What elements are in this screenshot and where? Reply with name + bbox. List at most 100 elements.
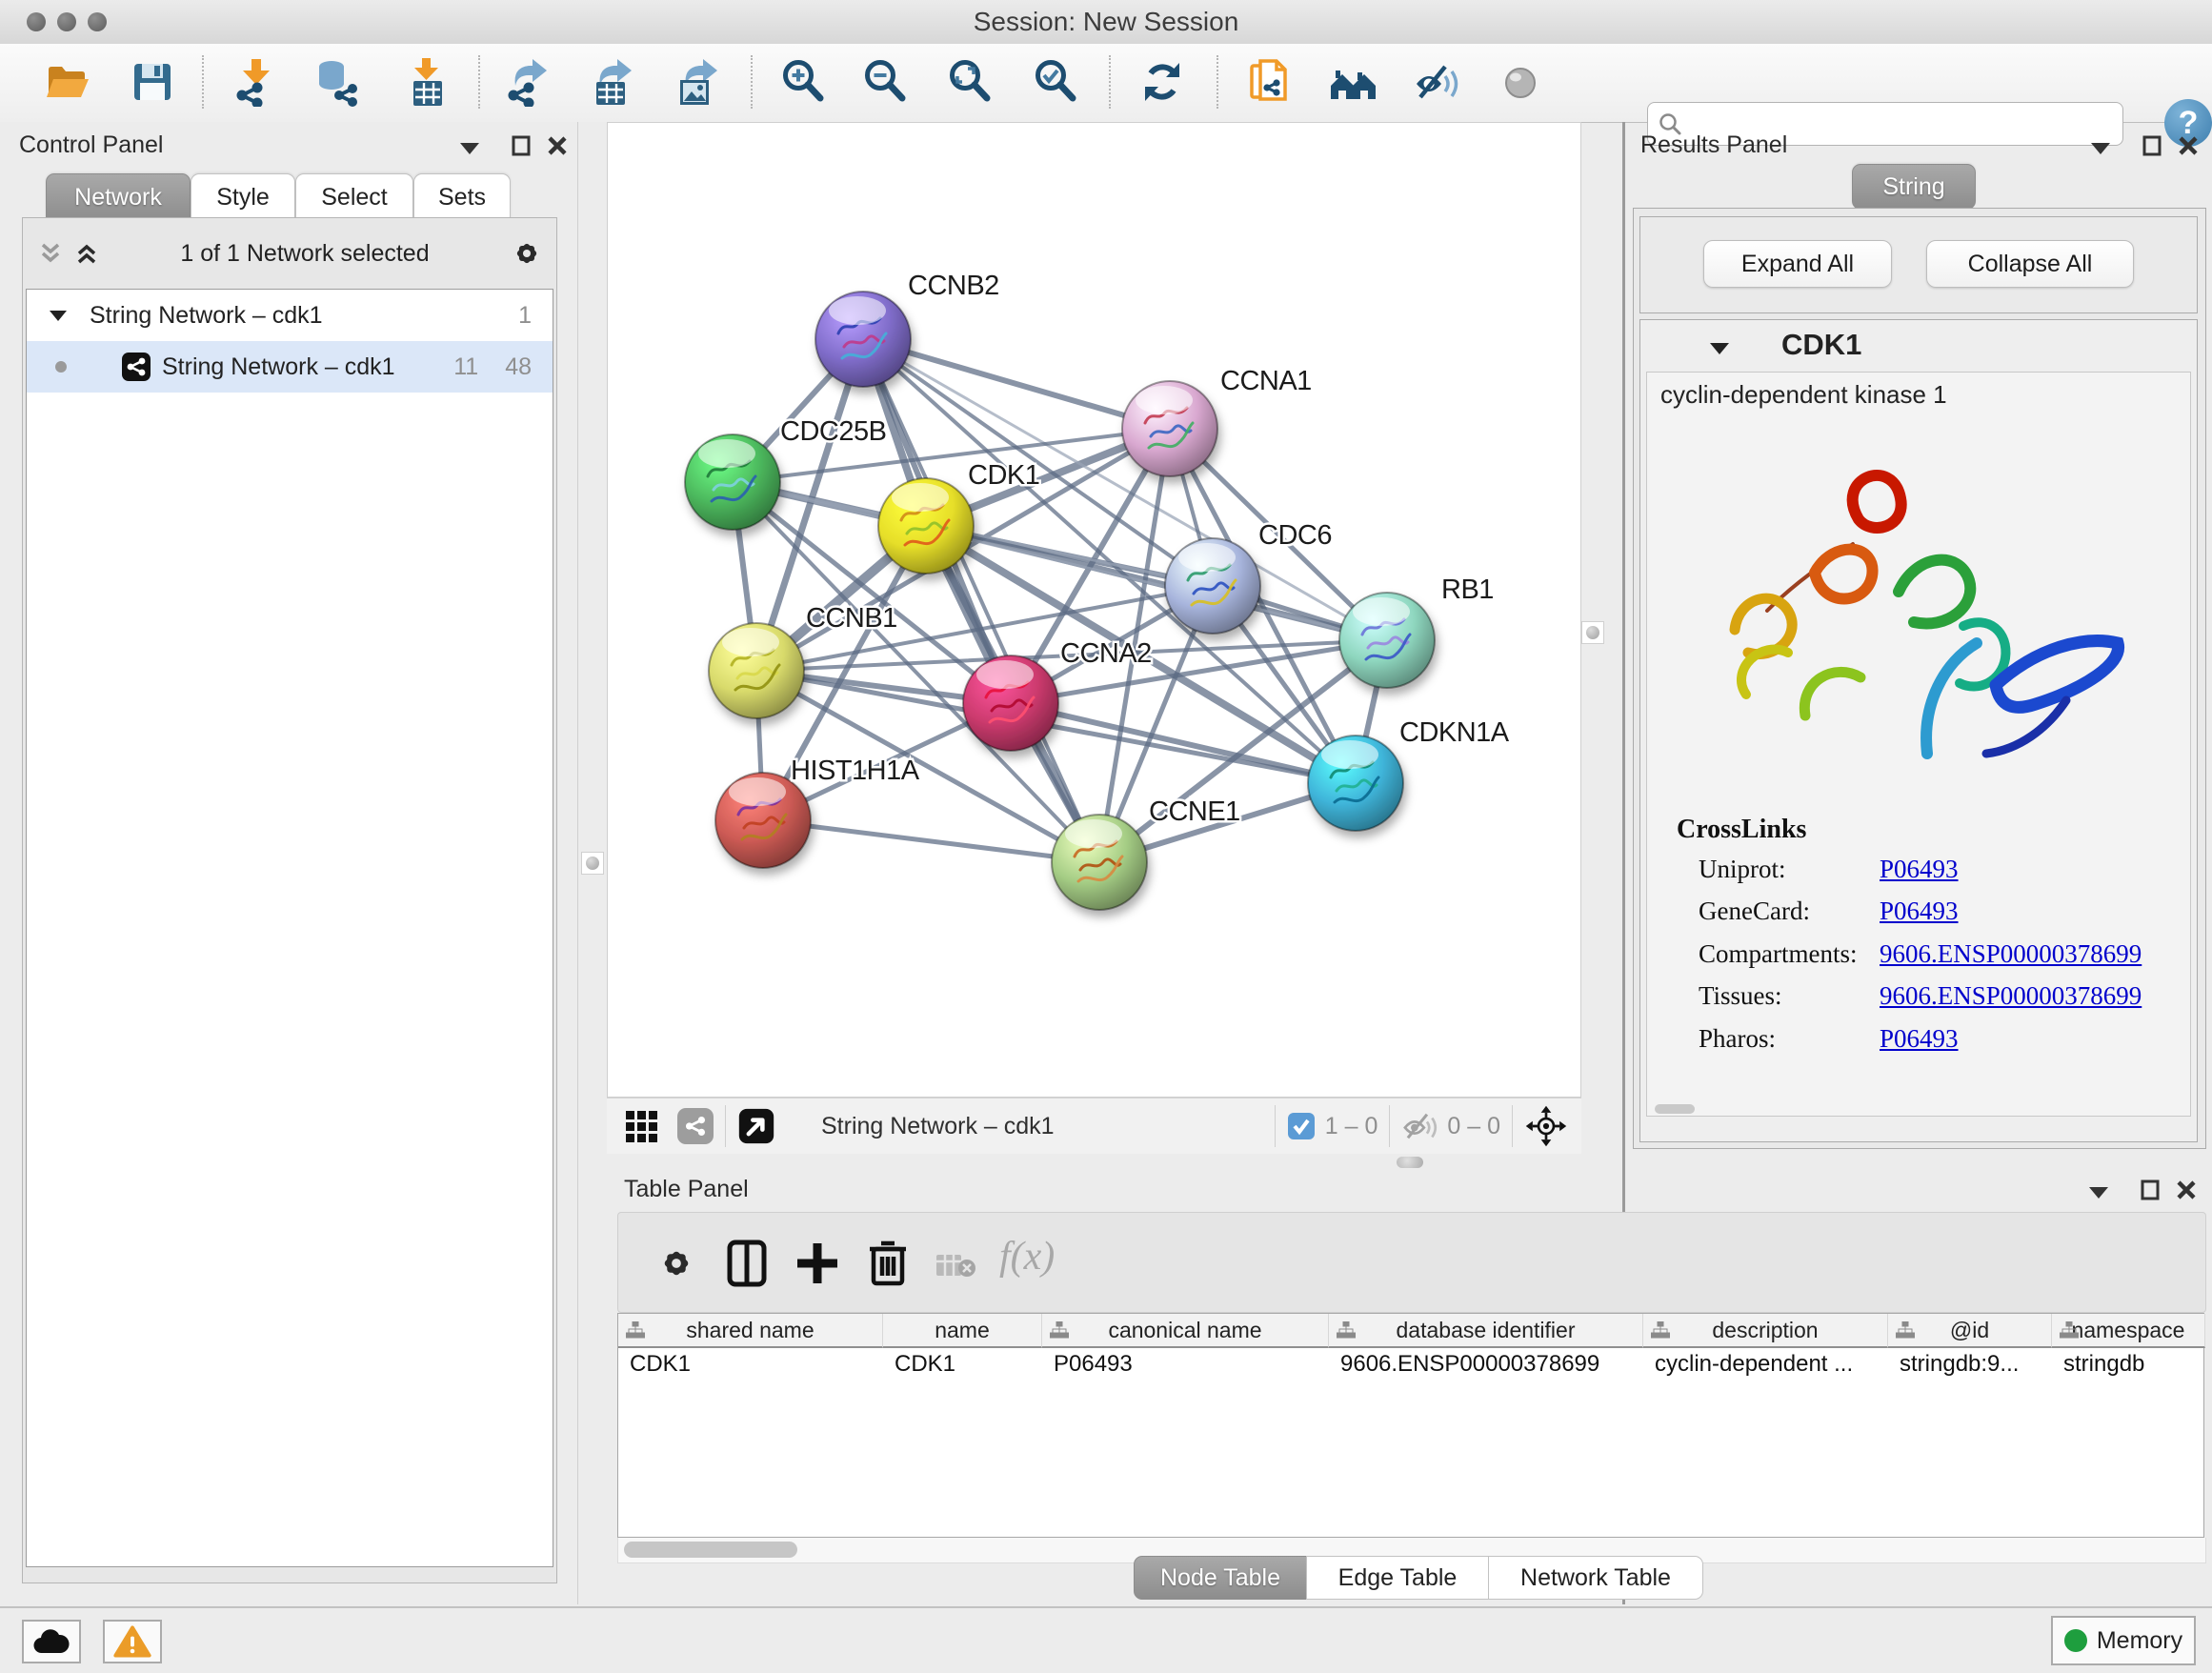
maximize-panel-icon[interactable] <box>509 135 533 156</box>
network-node-CDKN1A[interactable]: CDKN1A <box>1308 717 1510 831</box>
network-node-CCNA1[interactable]: CCNA1 <box>1122 366 1312 476</box>
birds-eye-view-icon[interactable] <box>737 1107 775 1145</box>
results-hscroll-thumb[interactable] <box>1655 1104 1695 1114</box>
show-columns-icon[interactable] <box>725 1240 769 1287</box>
string-document-icon[interactable] <box>1246 57 1296 107</box>
network-node-CCNB1[interactable]: CCNB1 <box>709 603 897 718</box>
network-node-RB1[interactable]: RB1 <box>1339 574 1494 688</box>
close-panel-icon[interactable] <box>2174 1179 2199 1200</box>
table-cell[interactable]: cyclin-dependent ... <box>1643 1348 1887 1381</box>
import-network-icon[interactable] <box>231 57 280 107</box>
show-graphics-details-icon[interactable] <box>1496 57 1545 107</box>
table-cell[interactable]: stringdb <box>2052 1348 2204 1381</box>
tab-network-table[interactable]: Network Table <box>1488 1556 1703 1600</box>
table-cell[interactable]: CDK1 <box>883 1348 1041 1381</box>
expand-all-button[interactable]: Expand All <box>1703 240 1892 288</box>
options-gear-icon[interactable] <box>509 235 545 272</box>
cloud-button[interactable] <box>22 1620 81 1663</box>
network-node-CCNE1[interactable]: CCNE1 <box>1052 796 1240 910</box>
export-network-icon[interactable] <box>502 57 552 107</box>
tab-node-table[interactable]: Node Table <box>1134 1556 1307 1600</box>
protein-structure-image[interactable] <box>1672 439 2167 811</box>
export-table-icon[interactable] <box>587 57 636 107</box>
maximize-panel-icon[interactable] <box>2140 135 2164 156</box>
enhanced-labels-icon[interactable] <box>1412 57 1461 107</box>
right-splitter-handle[interactable] <box>1581 621 1604 644</box>
crosslink-tissues-link[interactable]: 9606.ENSP00000378699 <box>1880 981 2142 1011</box>
selected-nodes-edges-count: 1 – 0 <box>1325 1113 1378 1140</box>
selected-checkbox-icon[interactable] <box>1287 1112 1316 1140</box>
tab-style[interactable]: Style <box>191 173 295 221</box>
left-splitter-handle[interactable] <box>581 852 604 875</box>
gene-description: cyclin-dependent kinase 1 <box>1660 380 1947 410</box>
refresh-icon[interactable] <box>1137 57 1187 107</box>
import-table-icon[interactable] <box>402 57 452 107</box>
import-network-from-database-icon[interactable] <box>314 57 364 107</box>
column-header[interactable]: database identifier <box>1329 1314 1643 1348</box>
crosslink-genecard-link[interactable]: P06493 <box>1880 897 1959 926</box>
network-row[interactable]: String Network – cdk1 11 48 <box>27 341 553 393</box>
tree-expander-icon[interactable] <box>48 307 69 324</box>
float-panel-icon[interactable] <box>2086 1181 2111 1202</box>
memory-button[interactable]: Memory <box>2051 1616 2196 1665</box>
network-graph[interactable]: CCNB2CCNA1CDC25BCDK1CDC6RB1CCNB1CCNA2CDK… <box>608 123 1580 1097</box>
network-node-label-HIST1H1A: HIST1H1A <box>791 756 920 786</box>
tab-string[interactable]: String <box>1852 164 1976 210</box>
column-header[interactable]: namespace <box>2052 1314 2205 1348</box>
collapse-all-button[interactable]: Collapse All <box>1926 240 2134 288</box>
tab-network[interactable]: Network <box>46 173 191 221</box>
table-toolbar: f(x) <box>617 1212 2206 1313</box>
network-canvas[interactable]: CCNB2CCNA1CDC25BCDK1CDC6RB1CCNB1CCNA2CDK… <box>607 122 1581 1098</box>
column-header[interactable]: description <box>1643 1314 1888 1348</box>
network-share-icon[interactable] <box>677 1108 714 1144</box>
delete-column-icon[interactable] <box>866 1238 910 1287</box>
tab-select[interactable]: Select <box>295 173 413 221</box>
toolbar-separator <box>1109 55 1111 109</box>
float-panel-icon[interactable] <box>457 137 482 158</box>
close-panel-icon[interactable] <box>2176 135 2201 156</box>
table-cell[interactable]: stringdb:9... <box>1888 1348 2051 1381</box>
network-view-title: String Network – cdk1 <box>821 1113 1055 1140</box>
warning-button[interactable] <box>103 1620 162 1663</box>
title-bar: Session: New Session <box>0 0 2212 45</box>
column-header[interactable]: name <box>883 1314 1042 1348</box>
toolbar-separator <box>1389 1105 1390 1147</box>
table-cell[interactable]: 9606.ENSP00000378699 <box>1329 1348 1642 1381</box>
table-cell[interactable]: CDK1 <box>618 1348 882 1381</box>
crosslink-label: Tissues: <box>1699 981 1782 1011</box>
table-gear-icon[interactable] <box>654 1241 698 1285</box>
table-cell[interactable]: P06493 <box>1042 1348 1328 1381</box>
column-header[interactable]: @id <box>1888 1314 2052 1348</box>
crosslink-uniprot-link[interactable]: P06493 <box>1880 855 1959 884</box>
zoom-out-icon[interactable] <box>860 57 910 107</box>
collection-count: 1 <box>518 302 532 330</box>
column-header[interactable]: shared name <box>618 1314 883 1348</box>
zoom-fit-icon[interactable] <box>945 57 995 107</box>
network-node-HIST1H1A[interactable]: HIST1H1A <box>715 756 920 868</box>
tab-sets[interactable]: Sets <box>413 173 511 221</box>
zoom-selected-icon[interactable] <box>1031 57 1080 107</box>
add-column-icon[interactable] <box>795 1240 839 1287</box>
save-session-icon[interactable] <box>128 57 177 107</box>
collapse-gene-icon[interactable] <box>1707 337 1732 358</box>
crosslink-pharos-link[interactable]: P06493 <box>1880 1024 1959 1054</box>
table-hscroll-thumb[interactable] <box>624 1542 797 1558</box>
tab-edge-table[interactable]: Edge Table <box>1306 1556 1489 1600</box>
export-image-icon[interactable] <box>673 57 722 107</box>
open-file-icon[interactable] <box>42 57 91 107</box>
fit-content-crosshair-icon[interactable] <box>1524 1104 1568 1148</box>
network-node-label-CCNB1: CCNB1 <box>806 603 897 634</box>
expand-all-icon[interactable] <box>72 239 101 268</box>
network-edge-HIST1H1A-CCNE1[interactable] <box>763 820 1099 862</box>
string-home-icon[interactable] <box>1329 57 1378 107</box>
float-panel-icon[interactable] <box>2088 137 2113 158</box>
collapse-all-icon[interactable] <box>36 239 65 268</box>
column-header[interactable]: canonical name <box>1042 1314 1329 1348</box>
network-node-count: 11 <box>453 353 478 381</box>
close-panel-icon[interactable] <box>545 135 570 156</box>
zoom-in-icon[interactable] <box>778 57 828 107</box>
grid-view-icon[interactable] <box>620 1105 662 1147</box>
maximize-panel-icon[interactable] <box>2138 1179 2162 1200</box>
crosslink-compartments-link[interactable]: 9606.ENSP00000378699 <box>1880 939 2142 969</box>
network-collection-row[interactable]: String Network – cdk1 1 <box>27 290 553 341</box>
